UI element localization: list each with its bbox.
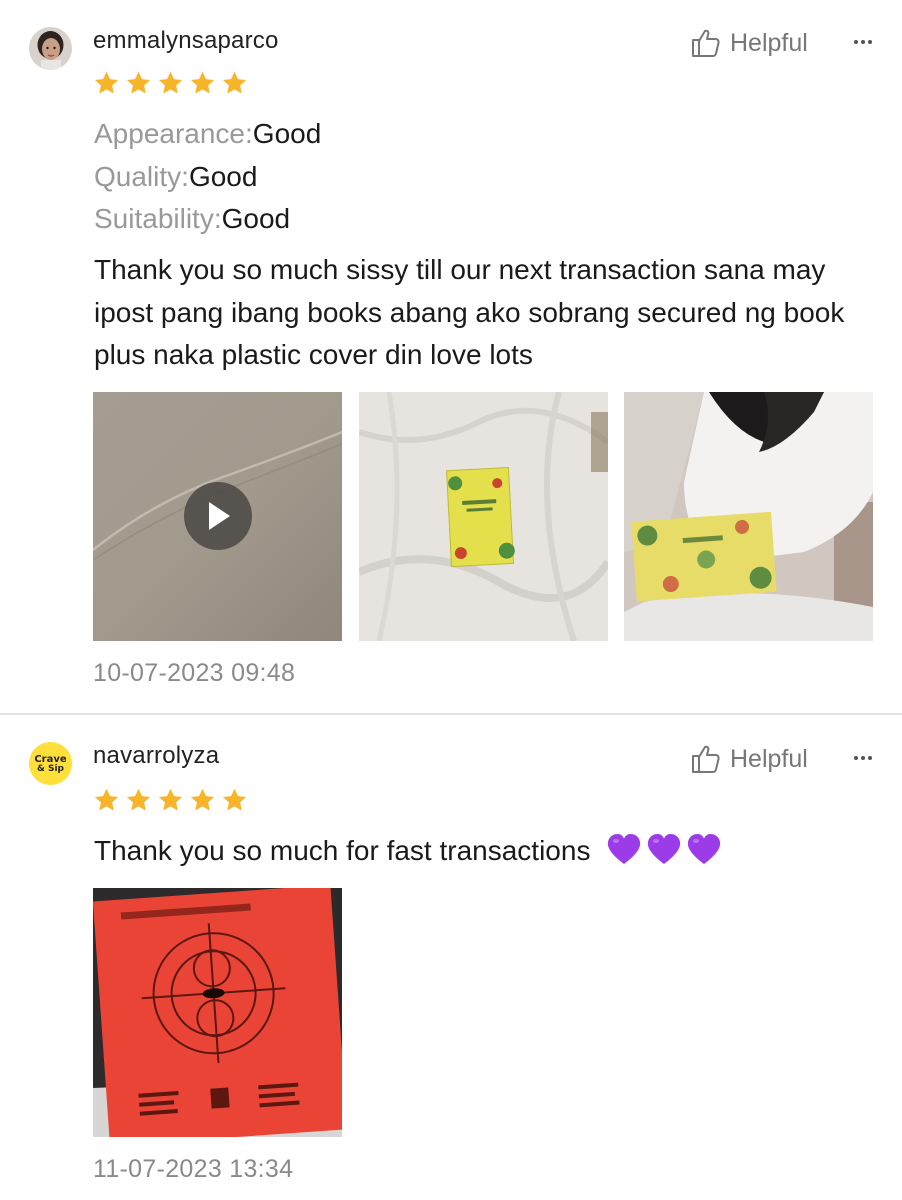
video-thumbnail: [93, 392, 342, 641]
review-photo[interactable]: [359, 392, 608, 641]
username[interactable]: navarrolyza: [93, 742, 219, 770]
crave-and-sip-logo-avatar: Crave & Sip: [29, 742, 72, 785]
user-avatar[interactable]: [29, 27, 72, 70]
thumbs-up-icon: [692, 29, 720, 57]
star-rating: [93, 70, 248, 97]
user-avatar[interactable]: Crave & Sip: [29, 742, 72, 785]
review-text: Thank you so much sissy till our next tr…: [94, 254, 845, 370]
star-icon: [190, 71, 215, 94]
star-icon: [94, 788, 119, 811]
svg-text:& Sip: & Sip: [37, 764, 65, 774]
star-icon: [222, 71, 247, 94]
review-text: Thank you so much for fast transactions: [94, 835, 591, 866]
emoji-group: [606, 832, 722, 866]
purple-heart-icon: [608, 833, 641, 864]
photo-yellow-book-on-sheet: [359, 392, 608, 641]
star-icon: [222, 788, 247, 811]
review-photo[interactable]: [624, 392, 873, 641]
attribute-key: Suitability:: [94, 203, 222, 234]
helpful-label: Helpful: [730, 28, 808, 57]
star-icon: [94, 71, 119, 94]
helpful-button[interactable]: Helpful: [690, 742, 808, 776]
review-date: 11-07-2023 13:34: [93, 1155, 294, 1183]
attribute-suitability: Suitability:Good: [94, 202, 290, 236]
star-icon: [158, 71, 183, 94]
attribute-value: Good: [221, 203, 291, 234]
attribute-key: Quality:: [94, 161, 189, 192]
star-icon: [190, 788, 215, 811]
review-item: Crave & Sip navarrolyza Helpful Thank yo…: [0, 715, 902, 1200]
star-icon: [158, 788, 183, 811]
attribute-quality: Quality:Good: [94, 160, 257, 194]
attribute-appearance: Appearance:Good: [94, 117, 321, 151]
review-photo[interactable]: [93, 888, 342, 1137]
attribute-key: Appearance:: [94, 118, 253, 149]
helpful-button[interactable]: Helpful: [690, 26, 808, 60]
review-item: emmalynsaparco Helpful Appearance:Good Q…: [0, 0, 902, 713]
star-rating: [93, 787, 248, 814]
username[interactable]: emmalynsaparco: [93, 27, 279, 55]
review-text-container: Thank you so much for fast transactions: [94, 830, 884, 873]
star-icon: [126, 71, 151, 94]
more-options-icon[interactable]: [846, 27, 880, 57]
attribute-value: Good: [252, 118, 322, 149]
thumbs-up-icon: [692, 745, 720, 773]
photo-red-map-of-the-soul-card: [93, 888, 342, 1137]
purple-heart-icon: [688, 833, 721, 864]
attribute-value: Good: [188, 161, 258, 192]
user-photo-avatar: [29, 27, 72, 70]
purple-heart-icon: [648, 833, 681, 864]
more-options-icon[interactable]: [846, 743, 880, 773]
star-icon: [126, 788, 151, 811]
photo-yellow-book-held: [624, 392, 873, 641]
review-date: 10-07-2023 09:48: [93, 659, 296, 687]
helpful-label: Helpful: [730, 744, 808, 773]
review-video[interactable]: [93, 392, 342, 641]
